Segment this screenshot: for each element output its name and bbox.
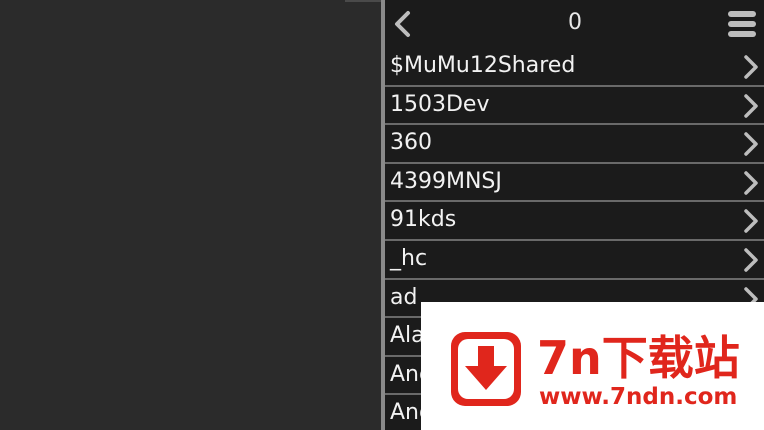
list-item-label: 4399MNSJ (390, 168, 502, 194)
list-item-label: $MuMu12Shared (390, 53, 576, 78)
watermark-title: 7n下载站 (537, 331, 740, 385)
list-item[interactable]: 4399MNSJ (385, 164, 764, 203)
chevron-right-icon (744, 171, 758, 195)
left-empty-pane (0, 0, 381, 430)
list-item-label: _hc (390, 245, 428, 271)
list-item[interactable]: 360 (385, 125, 764, 164)
download-arrow-icon (451, 332, 521, 406)
list-item[interactable]: 1503Dev (385, 87, 764, 126)
chevron-right-icon (744, 209, 758, 234)
list-item-label: Ala (390, 323, 425, 349)
list-item[interactable]: $MuMu12Shared (385, 48, 764, 87)
list-item-label: 91kds (390, 207, 457, 233)
list-item[interactable]: 91kds (385, 202, 764, 241)
list-item-label: ad (390, 284, 418, 310)
list-item-label: 1503Dev (390, 91, 490, 117)
top-edge-marker (345, 0, 383, 2)
chevron-right-icon (744, 132, 758, 156)
site-watermark: 7n下载站 www.7ndn.com (421, 302, 764, 430)
chevron-right-icon (744, 248, 758, 272)
list-item-label: 360 (390, 130, 432, 156)
watermark-url: www.7ndn.com (539, 384, 738, 410)
chevron-left-icon (395, 11, 410, 37)
item-count: 0 (568, 10, 582, 35)
chevron-right-icon (744, 55, 758, 79)
list-item[interactable]: _hc (385, 241, 764, 280)
menu-button[interactable] (728, 11, 756, 37)
back-button[interactable] (389, 8, 419, 40)
browser-header: 0 (385, 0, 764, 48)
chevron-right-icon (744, 93, 758, 118)
menu-icon (728, 11, 756, 17)
